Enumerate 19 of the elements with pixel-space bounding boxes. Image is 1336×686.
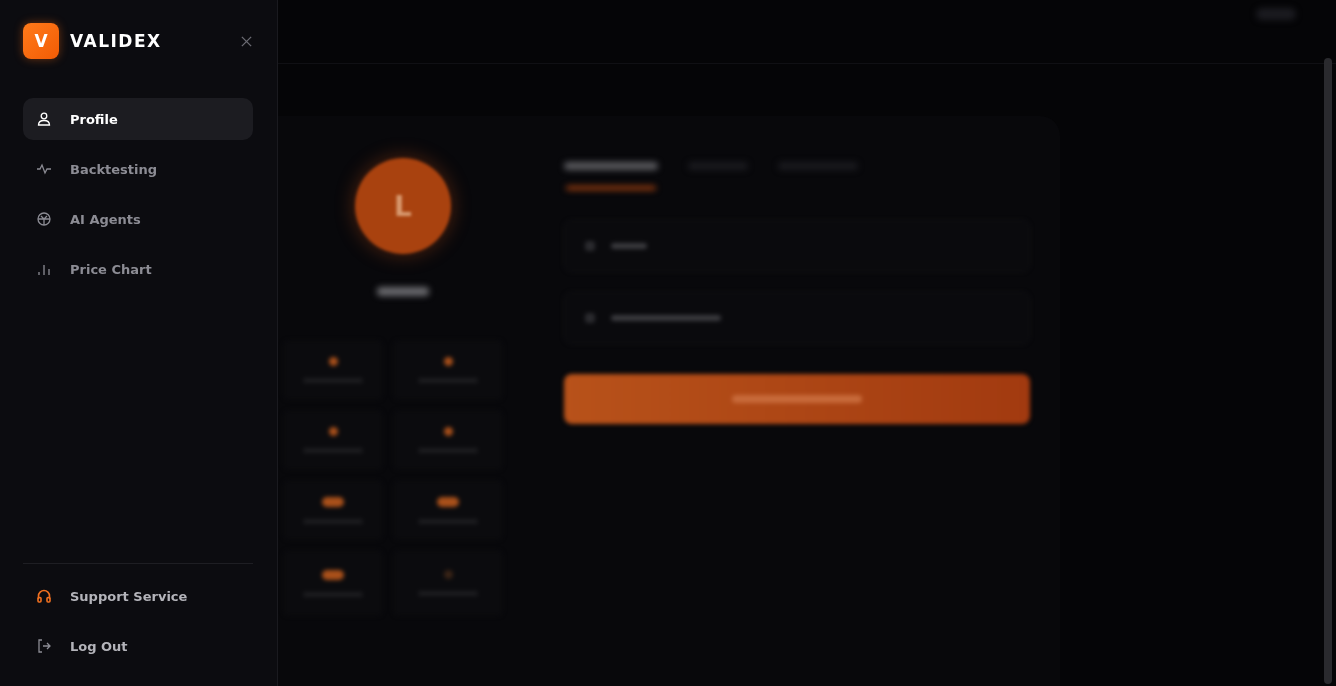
user-icon [36,111,52,127]
nav-item[interactable]: Log Out [23,625,253,667]
scrollbar[interactable] [1324,58,1332,684]
pulse-icon [36,161,52,177]
nav-item[interactable]: Profile [23,98,253,140]
nav-item[interactable]: Support Service [23,575,253,617]
headset-icon [36,588,52,604]
blurred-tab[interactable] [564,162,658,170]
brand-name: VALIDEX [70,31,163,51]
blurred-name [377,287,429,296]
avatar: L [355,158,451,254]
logo: V [23,23,59,59]
logout-icon [36,638,52,654]
globe-icon [36,211,52,227]
nav-item[interactable]: Backtesting [23,148,253,190]
close-icon[interactable] [240,34,253,48]
save-button[interactable] [564,374,1030,424]
nav-item[interactable]: AI Agents [23,198,253,240]
nav-item[interactable]: Price Chart [23,248,253,290]
